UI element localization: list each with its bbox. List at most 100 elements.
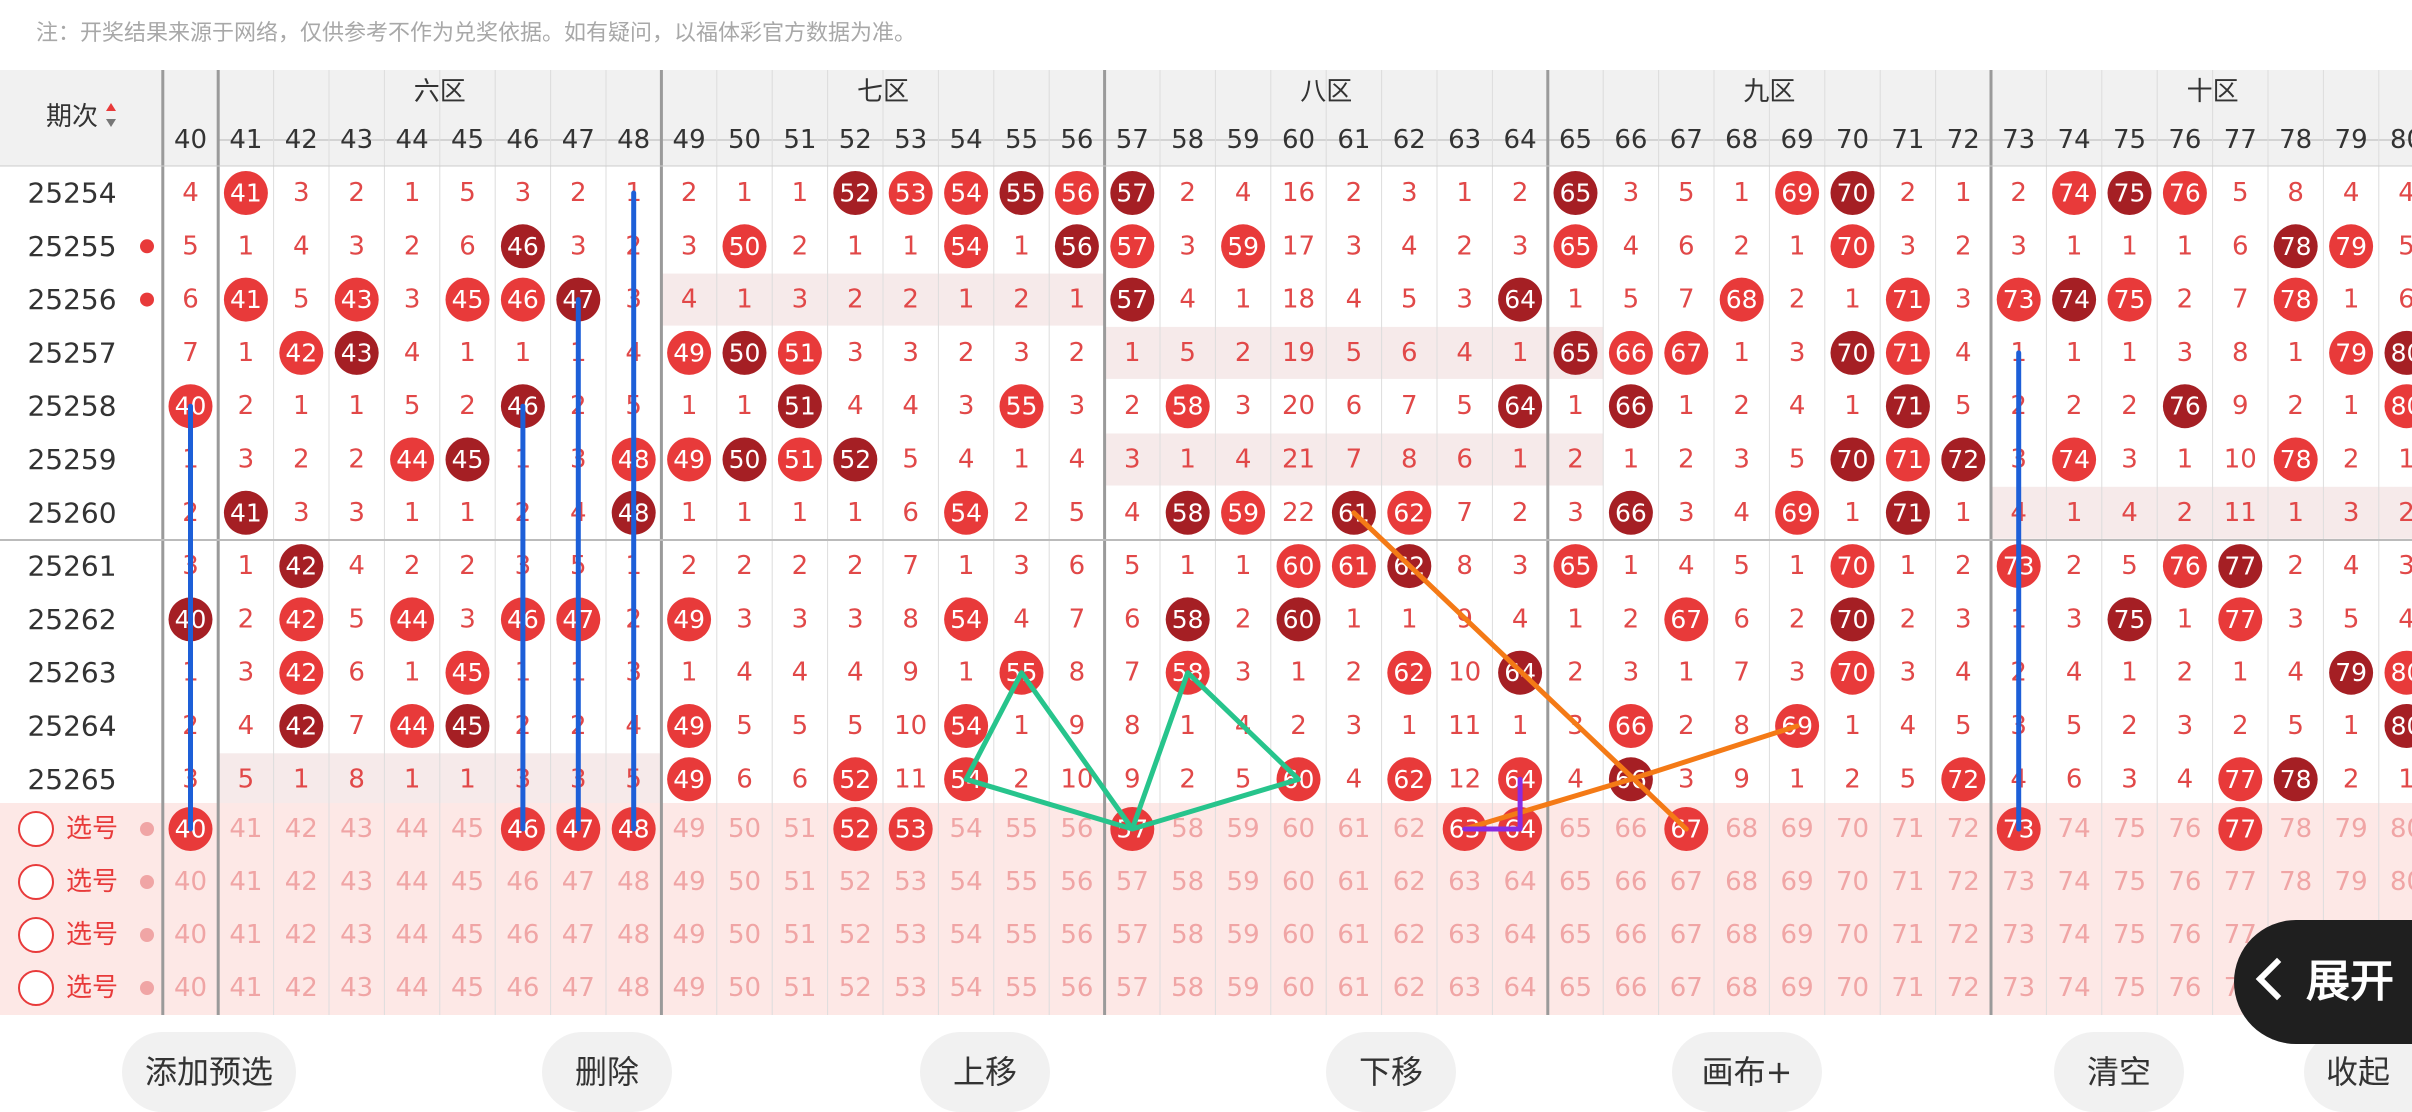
select-number[interactable]: 76 bbox=[2168, 814, 2201, 844]
select-number[interactable]: 43 bbox=[340, 814, 373, 844]
select-number[interactable]: 66 bbox=[1614, 867, 1647, 897]
select-number[interactable]: 44 bbox=[396, 920, 429, 950]
select-number[interactable]: 78 bbox=[2279, 814, 2312, 844]
select-number[interactable]: 66 bbox=[1614, 973, 1647, 1003]
select-number[interactable]: 80 bbox=[2390, 867, 2412, 897]
canvas-plus-button[interactable]: 画布+ bbox=[1672, 1032, 1822, 1112]
select-number[interactable]: 66 bbox=[1614, 920, 1647, 950]
select-number[interactable]: 68 bbox=[1725, 814, 1758, 844]
select-number[interactable]: 73 bbox=[2002, 920, 2035, 950]
select-number[interactable]: 67 bbox=[1670, 973, 1703, 1003]
clear-button[interactable]: 清空 bbox=[2054, 1032, 2184, 1112]
select-number[interactable]: 46 bbox=[506, 920, 539, 950]
select-number[interactable]: 55 bbox=[1005, 867, 1038, 897]
select-number[interactable]: 42 bbox=[285, 867, 318, 897]
select-number[interactable]: 62 bbox=[1393, 973, 1426, 1003]
select-number[interactable]: 76 bbox=[2168, 973, 2201, 1003]
select-number[interactable]: 56 bbox=[1060, 920, 1093, 950]
select-number[interactable]: 53 bbox=[894, 920, 927, 950]
select-number[interactable]: 59 bbox=[1227, 867, 1260, 897]
select-number[interactable]: 40 bbox=[174, 920, 207, 950]
collapse-button[interactable]: 收起 bbox=[2304, 1032, 2412, 1112]
select-number[interactable]: 70 bbox=[1836, 814, 1869, 844]
select-number[interactable]: 75 bbox=[2113, 867, 2146, 897]
select-number[interactable]: 59 bbox=[1227, 814, 1260, 844]
select-number[interactable]: 46 bbox=[506, 973, 539, 1003]
select-row-label[interactable]: 选号 bbox=[66, 920, 118, 950]
select-number[interactable]: 56 bbox=[1060, 867, 1093, 897]
select-number[interactable]: 48 bbox=[617, 867, 650, 897]
select-number[interactable]: 51 bbox=[783, 814, 816, 844]
select-number[interactable]: 48 bbox=[617, 920, 650, 950]
select-number[interactable]: 49 bbox=[673, 867, 706, 897]
select-number[interactable]: 72 bbox=[1947, 867, 1980, 897]
select-number[interactable]: 45 bbox=[451, 920, 484, 950]
select-number[interactable]: 75 bbox=[2113, 814, 2146, 844]
select-number[interactable]: 71 bbox=[1891, 867, 1924, 897]
select-number[interactable]: 63 bbox=[1448, 920, 1481, 950]
select-number[interactable]: 57 bbox=[1116, 973, 1149, 1003]
select-number[interactable]: 47 bbox=[562, 920, 595, 950]
move-down-button[interactable]: 下移 bbox=[1326, 1032, 1456, 1112]
select-number[interactable]: 74 bbox=[2058, 867, 2091, 897]
select-number[interactable]: 40 bbox=[174, 867, 207, 897]
select-number[interactable]: 79 bbox=[2335, 867, 2368, 897]
select-number[interactable]: 60 bbox=[1282, 973, 1315, 1003]
select-number[interactable]: 56 bbox=[1060, 973, 1093, 1003]
select-number[interactable]: 63 bbox=[1448, 973, 1481, 1003]
select-number[interactable]: 47 bbox=[562, 867, 595, 897]
select-number[interactable]: 59 bbox=[1227, 920, 1260, 950]
select-row-label[interactable]: 选号 bbox=[66, 973, 118, 1003]
select-number[interactable]: 75 bbox=[2113, 920, 2146, 950]
select-number[interactable]: 80 bbox=[2390, 814, 2412, 844]
select-number[interactable]: 62 bbox=[1393, 867, 1426, 897]
select-number[interactable]: 64 bbox=[1504, 867, 1537, 897]
select-row-label[interactable]: 选号 bbox=[66, 814, 118, 844]
select-number[interactable]: 49 bbox=[673, 920, 706, 950]
select-number[interactable]: 41 bbox=[229, 814, 262, 844]
select-number[interactable]: 72 bbox=[1947, 973, 1980, 1003]
select-radio-icon[interactable] bbox=[19, 865, 53, 899]
select-number[interactable]: 41 bbox=[229, 867, 262, 897]
select-number[interactable]: 79 bbox=[2335, 814, 2368, 844]
select-number[interactable]: 70 bbox=[1836, 973, 1869, 1003]
select-number[interactable]: 69 bbox=[1781, 920, 1814, 950]
select-number[interactable]: 60 bbox=[1282, 920, 1315, 950]
select-number[interactable]: 59 bbox=[1227, 973, 1260, 1003]
select-number[interactable]: 53 bbox=[894, 867, 927, 897]
select-number[interactable]: 76 bbox=[2168, 920, 2201, 950]
delete-button[interactable]: 删除 bbox=[542, 1032, 672, 1112]
select-number[interactable]: 54 bbox=[950, 867, 983, 897]
select-number[interactable]: 68 bbox=[1725, 973, 1758, 1003]
select-number[interactable]: 70 bbox=[1836, 920, 1869, 950]
select-number[interactable]: 77 bbox=[2224, 867, 2257, 897]
select-number[interactable]: 58 bbox=[1171, 867, 1204, 897]
select-number[interactable]: 53 bbox=[894, 973, 927, 1003]
select-number[interactable]: 68 bbox=[1725, 867, 1758, 897]
select-number[interactable]: 57 bbox=[1116, 920, 1149, 950]
select-number[interactable]: 63 bbox=[1448, 867, 1481, 897]
select-number[interactable]: 45 bbox=[451, 867, 484, 897]
select-number[interactable]: 50 bbox=[728, 920, 761, 950]
expand-button[interactable]: 展开 bbox=[2234, 920, 2412, 1044]
select-number[interactable]: 64 bbox=[1504, 920, 1537, 950]
select-number[interactable]: 41 bbox=[229, 973, 262, 1003]
select-row-label[interactable]: 选号 bbox=[66, 867, 118, 897]
select-number[interactable]: 75 bbox=[2113, 973, 2146, 1003]
select-radio-icon[interactable] bbox=[19, 971, 53, 1005]
select-number[interactable]: 74 bbox=[2058, 920, 2091, 950]
select-number[interactable]: 74 bbox=[2058, 973, 2091, 1003]
select-number[interactable]: 47 bbox=[562, 973, 595, 1003]
select-number[interactable]: 69 bbox=[1781, 867, 1814, 897]
select-number[interactable]: 65 bbox=[1559, 814, 1592, 844]
select-number[interactable]: 42 bbox=[285, 814, 318, 844]
select-number[interactable]: 43 bbox=[340, 920, 373, 950]
select-number[interactable]: 65 bbox=[1559, 867, 1592, 897]
select-number[interactable]: 43 bbox=[340, 973, 373, 1003]
select-number[interactable]: 50 bbox=[728, 973, 761, 1003]
select-number[interactable]: 58 bbox=[1171, 920, 1204, 950]
select-number[interactable]: 55 bbox=[1005, 973, 1038, 1003]
select-number[interactable]: 46 bbox=[506, 867, 539, 897]
select-number[interactable]: 67 bbox=[1670, 867, 1703, 897]
select-number[interactable]: 61 bbox=[1337, 814, 1370, 844]
